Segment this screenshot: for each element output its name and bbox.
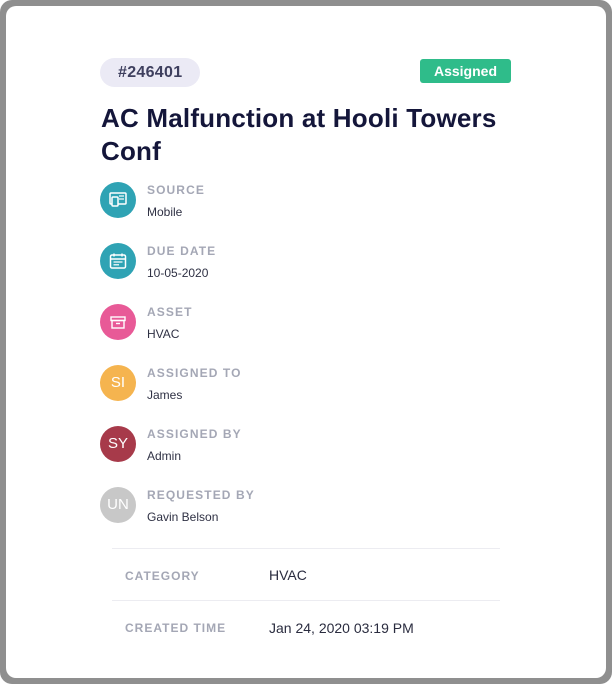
- ticket-card: #246401 Assigned AC Malfunction at Hooli…: [6, 6, 606, 678]
- requested-by-field: UN REQUESTED BY Gavin Belson: [100, 487, 520, 531]
- asset-box-icon: [100, 304, 136, 340]
- due-date-value: 10-05-2020: [147, 266, 209, 280]
- mobile-screen-icon: [100, 182, 136, 218]
- divider: [112, 600, 500, 601]
- requested-by-avatar: UN: [100, 487, 136, 523]
- due-date-label: DUE DATE: [147, 244, 217, 258]
- assigned-by-avatar: SY: [100, 426, 136, 462]
- requested-by-value: Gavin Belson: [147, 510, 219, 524]
- ticket-title: AC Malfunction at Hooli Towers Conf: [101, 103, 497, 166]
- category-label: CATEGORY: [125, 569, 200, 583]
- calendar-icon: [100, 243, 136, 279]
- assigned-by-field: SY ASSIGNED BY Admin: [100, 426, 520, 470]
- category-value: HVAC: [269, 567, 307, 583]
- requested-by-label: REQUESTED BY: [147, 488, 255, 502]
- divider: [112, 548, 500, 549]
- due-date-field: DUE DATE 10-05-2020: [100, 243, 520, 287]
- ticket-content: #246401 Assigned AC Malfunction at Hooli…: [6, 6, 606, 678]
- asset-value: HVAC: [147, 327, 180, 341]
- assigned-to-value: James: [147, 388, 183, 402]
- asset-field: ASSET HVAC: [100, 304, 520, 348]
- source-field: SOURCE Mobile: [100, 182, 520, 226]
- asset-label: ASSET: [147, 305, 193, 319]
- assigned-by-label: ASSIGNED BY: [147, 427, 242, 441]
- assigned-to-avatar: SI: [100, 365, 136, 401]
- source-label: SOURCE: [147, 183, 205, 197]
- created-time-label: CREATED TIME: [125, 621, 227, 635]
- assigned-to-field: SI ASSIGNED TO James: [100, 365, 520, 409]
- ticket-id-badge: #246401: [100, 58, 201, 87]
- assigned-to-label: ASSIGNED TO: [147, 366, 242, 380]
- source-value: Mobile: [147, 205, 183, 219]
- created-time-value: Jan 24, 2020 03:19 PM: [269, 620, 414, 636]
- status-badge: Assigned: [420, 59, 511, 83]
- assigned-by-value: Admin: [147, 449, 182, 463]
